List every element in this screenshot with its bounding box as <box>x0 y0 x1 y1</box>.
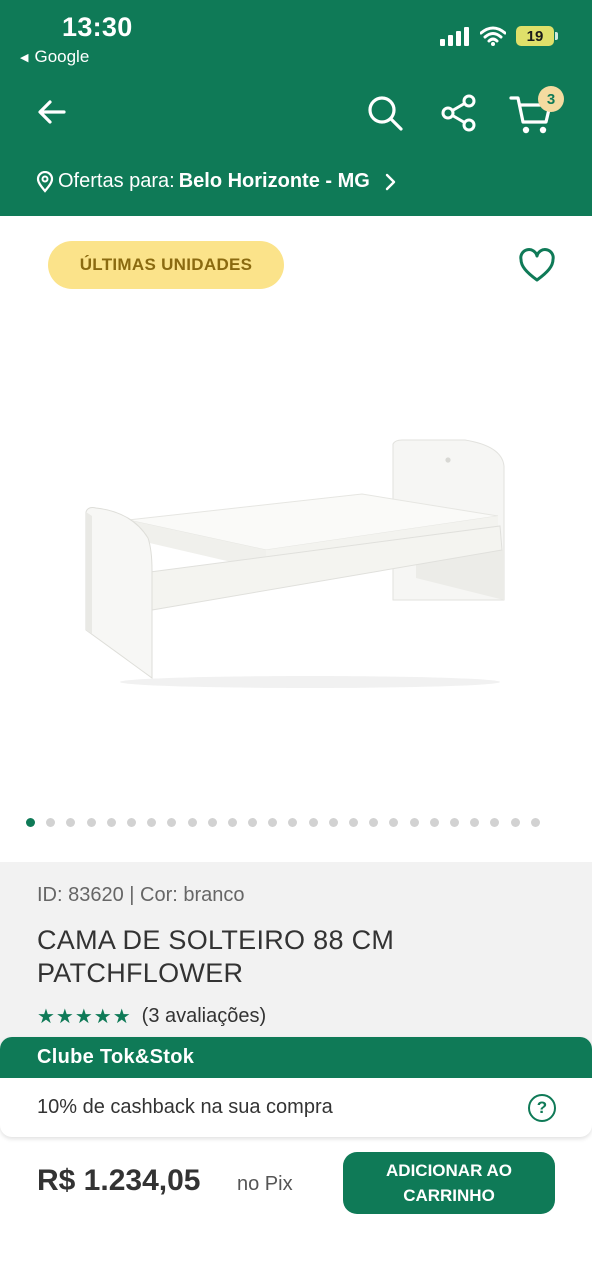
gallery-dot[interactable] <box>187 818 197 827</box>
chevron-right-icon <box>385 173 396 190</box>
gallery-dot[interactable] <box>268 818 278 827</box>
gallery-dot[interactable] <box>46 818 56 827</box>
cart-count-badge: 3 <box>538 86 564 112</box>
gallery-dot[interactable] <box>349 818 358 827</box>
product-image[interactable] <box>70 420 520 690</box>
gallery-dot[interactable] <box>227 818 237 827</box>
product-id-color: ID: 83620 | Cor: branco <box>37 884 245 906</box>
gallery-dot[interactable] <box>66 818 76 827</box>
gallery-dot[interactable] <box>470 818 480 827</box>
gallery-dot[interactable] <box>449 818 459 827</box>
back-to-app-link[interactable]: ◀ Google <box>20 47 89 67</box>
club-title: Clube Tok&Stok <box>0 1037 592 1078</box>
location-prefix: Ofertas para: <box>58 170 175 192</box>
star-rating-icon: ★★★★★ <box>37 1006 132 1028</box>
help-icon[interactable]: ? <box>528 1093 556 1122</box>
back-arrow-icon[interactable] <box>34 94 70 130</box>
location-city: Belo Horizonte - MG <box>178 170 370 192</box>
product-rating[interactable]: ★★★★★ (3 avaliações) <box>37 1004 266 1029</box>
gallery-dot[interactable] <box>26 818 35 827</box>
gallery-dot[interactable] <box>530 818 540 827</box>
gallery-dot[interactable] <box>429 818 439 827</box>
heart-icon[interactable] <box>518 248 556 284</box>
product-title: CAMA DE SOLTEIRO 88 CM PATCHFLOWER <box>37 925 395 988</box>
share-icon[interactable] <box>440 94 478 132</box>
review-count: (3 avaliações) <box>141 1005 267 1027</box>
gallery-dot[interactable] <box>147 818 157 827</box>
signal-icon <box>440 27 469 46</box>
gallery-dot[interactable] <box>86 818 96 827</box>
back-triangle-icon: ◀ <box>20 51 29 64</box>
status-time: 13:30 <box>62 12 133 42</box>
add-to-cart-button[interactable]: ADICIONAR AO CARRINHO <box>343 1152 555 1214</box>
gallery-dot[interactable] <box>106 818 116 827</box>
gallery-dot[interactable] <box>510 818 520 827</box>
gallery-dot[interactable] <box>248 818 258 827</box>
wifi-icon <box>480 26 506 46</box>
back-app-label: Google <box>34 47 90 66</box>
gallery-dot[interactable] <box>389 818 399 827</box>
gallery-dot[interactable] <box>409 818 419 827</box>
gallery-dot[interactable] <box>308 818 318 827</box>
gallery-dot[interactable] <box>490 818 500 827</box>
gallery-dot[interactable] <box>207 818 217 827</box>
last-units-badge: ÚLTIMAS UNIDADES <box>48 241 284 289</box>
cashback-text: 10% de cashback na sua compra <box>37 1096 333 1118</box>
app-header: 13:30 ◀ Google 19 3 Ofertas para: Belo H… <box>0 0 592 216</box>
battery-indicator: 19 <box>516 26 558 46</box>
gallery-dot[interactable] <box>369 818 379 827</box>
search-icon[interactable] <box>366 94 404 132</box>
gallery-pagination[interactable] <box>26 818 540 828</box>
gallery-dot[interactable] <box>167 818 177 827</box>
gallery-dot[interactable] <box>126 818 136 827</box>
club-cashback-card: Clube Tok&Stok 10% de cashback na sua co… <box>0 1037 592 1137</box>
price-payment-method: no Pix <box>237 1173 293 1195</box>
gallery-dot[interactable] <box>328 818 338 827</box>
product-price: R$ 1.234,05 <box>37 1164 201 1197</box>
location-pin-icon <box>36 170 54 193</box>
gallery-dot[interactable] <box>288 818 298 827</box>
delivery-location[interactable]: Ofertas para: Belo Horizonte - MG <box>36 170 396 193</box>
status-icons: 19 <box>440 26 558 46</box>
